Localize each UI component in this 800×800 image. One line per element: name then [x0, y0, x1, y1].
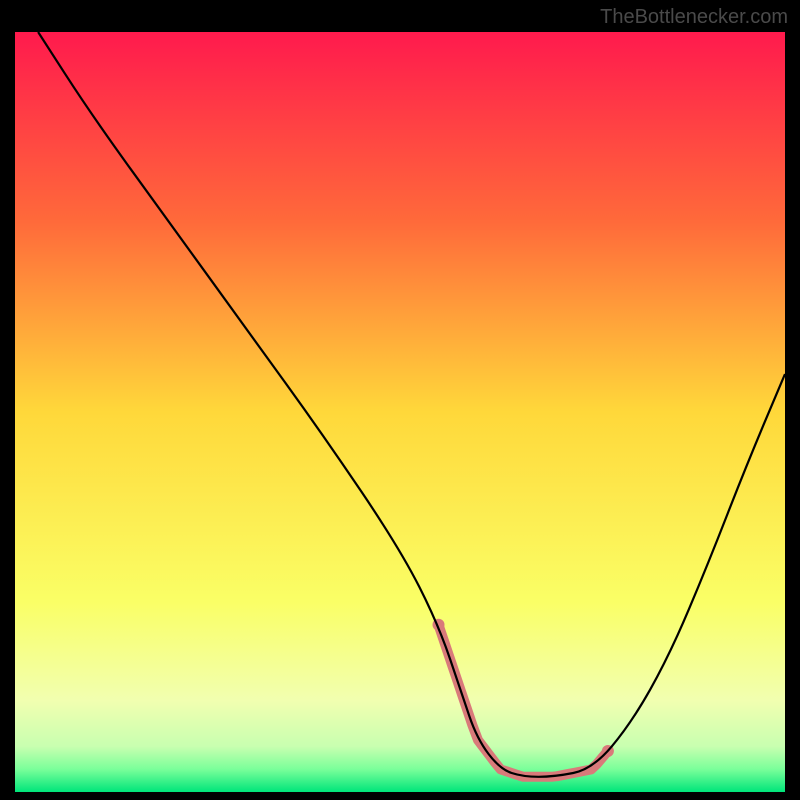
bottleneck-curve: [38, 32, 785, 777]
chart-frame: [15, 32, 785, 792]
watermark-text: TheBottlenecker.com: [600, 6, 788, 29]
curve-layer: [15, 32, 785, 792]
plot-area: [15, 32, 785, 792]
